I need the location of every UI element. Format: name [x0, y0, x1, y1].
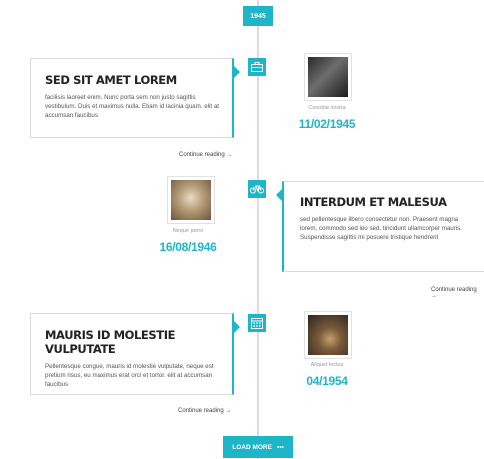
thumbnail-caption: Aliquet lectus — [310, 362, 344, 368]
year-badge[interactable]: 1945 — [243, 6, 273, 26]
card-text: sed pellentesque libero consectetur non.… — [300, 216, 462, 241]
briefcase-icon — [248, 58, 266, 76]
timeline-card: MAURIS ID MOLESTIE VULPUTATE Pellentesqu… — [30, 313, 240, 395]
thumbnail-caption: Neque porro — [172, 228, 204, 234]
card-text: Pellentesque congue, mauris id molestie … — [45, 363, 214, 388]
thumbnail-caption: Conubia nostra — [308, 105, 346, 111]
entry-thumbnail[interactable] — [168, 177, 214, 223]
continue-reading-link[interactable]: Continue reading → — [431, 287, 484, 299]
card-title[interactable]: SED SIT AMET LOREM — [45, 73, 220, 87]
dots-icon: ••• — [276, 443, 284, 451]
card-title[interactable]: MAURIS ID MOLESTIE VULPUTATE — [45, 328, 220, 356]
continue-reading-link[interactable]: Continue reading → — [179, 152, 232, 158]
timeline-card: SED SIT AMET LOREM facilisis laoreet eni… — [30, 58, 240, 138]
load-more-label: LOAD MORE — [232, 443, 272, 451]
entry-date: 16/08/1946 — [159, 240, 217, 254]
card-arrow — [234, 321, 240, 333]
load-more-button[interactable]: LOAD MORE ••• — [223, 436, 293, 458]
entry-date: 04/1954 — [306, 374, 348, 388]
card-title[interactable]: INTERDUM ET MALESUA — [300, 195, 474, 209]
entry-thumbnail[interactable] — [305, 312, 351, 358]
card-arrow — [234, 66, 240, 78]
card-text: facilisis laoreet enim. Nunc porta sem n… — [45, 94, 220, 119]
timeline-card: INTERDUM ET MALESUA sed pellentesque lib… — [276, 181, 484, 272]
entry-date: 11/02/1945 — [298, 117, 356, 131]
continue-reading-link[interactable]: Continue reading → — [178, 408, 231, 414]
bicycle-icon — [248, 180, 266, 198]
calendar-icon — [248, 314, 266, 332]
entry-thumbnail[interactable] — [305, 54, 351, 100]
card-arrow — [276, 189, 282, 201]
